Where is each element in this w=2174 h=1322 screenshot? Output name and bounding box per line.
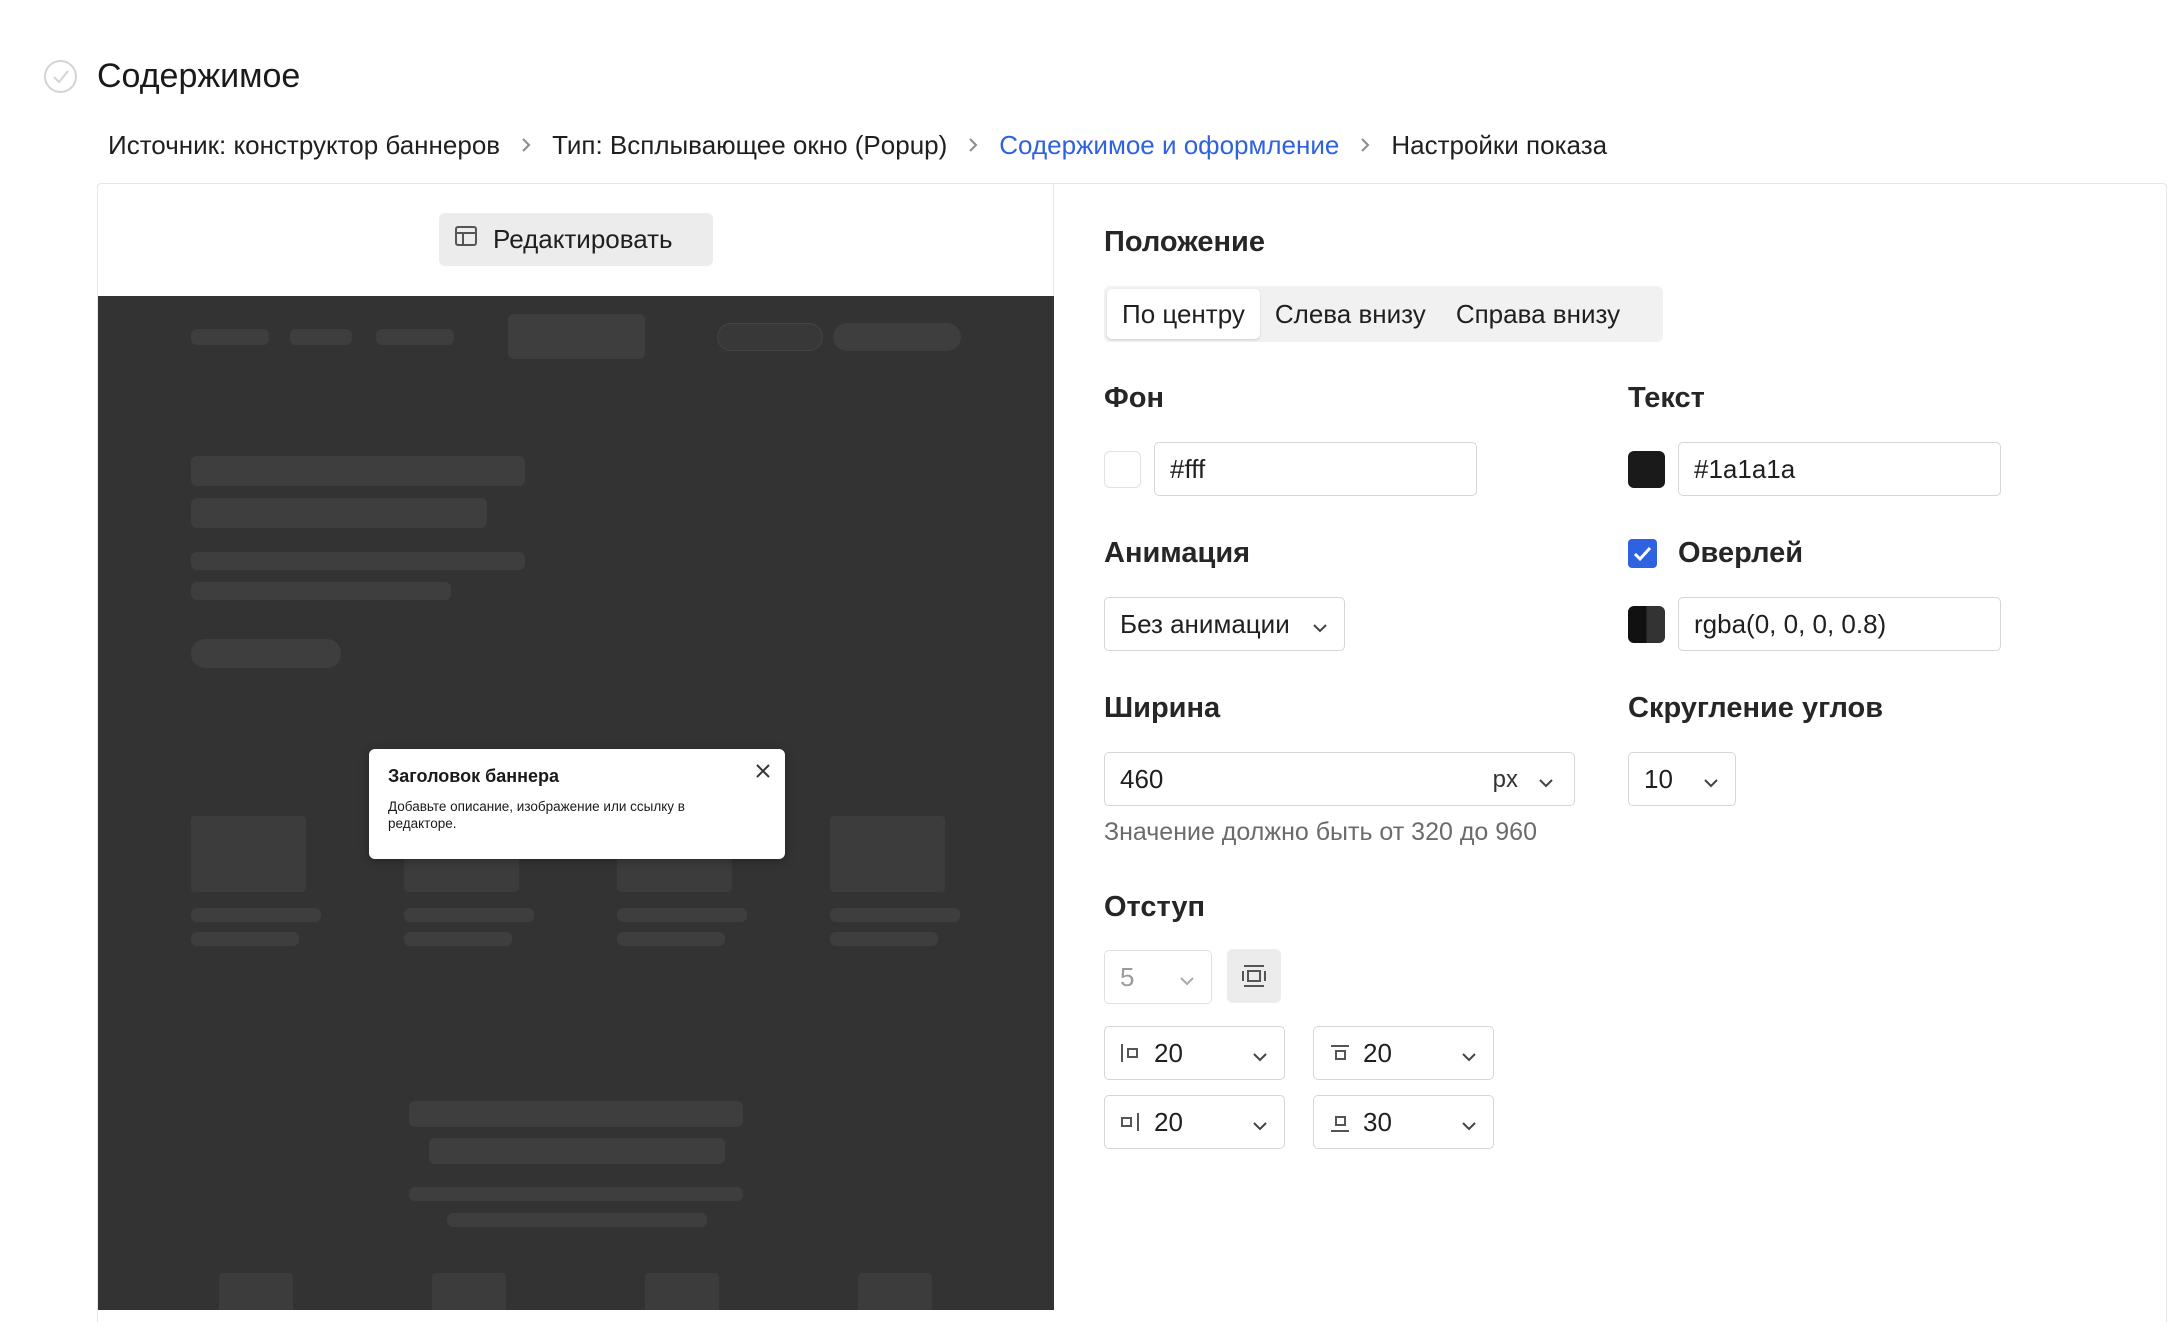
skeleton-button bbox=[191, 639, 341, 668]
radius-value: 10 bbox=[1644, 763, 1673, 794]
skeleton-block bbox=[219, 1273, 293, 1310]
chevron-right-icon bbox=[500, 136, 552, 154]
skeleton-button bbox=[717, 323, 823, 351]
padding-all-value: 5 bbox=[1120, 961, 1135, 992]
popup-description: Добавьте описание, изображение или ссылк… bbox=[388, 799, 685, 831]
padding-bottom-select[interactable]: 30 bbox=[1313, 1095, 1494, 1149]
skeleton-heading bbox=[409, 1101, 743, 1127]
width-hint: Значение должно быть от 320 до 960 bbox=[1104, 818, 1537, 846]
breadcrumb-item-type[interactable]: Тип: Всплывающее окно (Popup) bbox=[552, 130, 947, 161]
edit-button-label: Редактировать bbox=[493, 224, 673, 254]
skeleton-heading bbox=[191, 456, 525, 486]
step-status-icon bbox=[44, 60, 77, 93]
chevron-right-icon bbox=[947, 136, 999, 154]
padding-bottom-icon bbox=[1328, 1110, 1352, 1141]
padding-all-select[interactable]: 5 bbox=[1104, 950, 1212, 1004]
chevron-down-icon bbox=[1310, 614, 1330, 645]
padding-right-icon bbox=[1119, 1110, 1141, 1141]
text-color-input[interactable]: #1a1a1a bbox=[1678, 442, 2001, 496]
background-color-input[interactable]: #fff bbox=[1154, 442, 1477, 496]
skeleton-text bbox=[830, 932, 938, 946]
popup-banner-preview[interactable]: Заголовок баннера Добавьте описание, изо… bbox=[369, 749, 785, 859]
padding-sides-icon bbox=[1242, 965, 1266, 987]
chevron-right-icon bbox=[1339, 136, 1391, 154]
edit-button[interactable]: Редактировать bbox=[439, 213, 713, 266]
skeleton-text bbox=[191, 932, 299, 946]
skeleton-text bbox=[191, 908, 321, 922]
skeleton-block bbox=[645, 1273, 719, 1310]
skeleton-nav-item bbox=[376, 329, 454, 345]
padding-right-value: 20 bbox=[1154, 1106, 1183, 1137]
position-option-bottom-left[interactable]: Слева внизу bbox=[1260, 289, 1441, 339]
chevron-down-icon bbox=[1459, 1112, 1479, 1143]
breadcrumb: Источник: конструктор баннеров Тип: Вспл… bbox=[108, 128, 1607, 162]
skeleton-heading bbox=[429, 1138, 725, 1164]
skeleton-text bbox=[404, 908, 534, 922]
chevron-down-icon bbox=[1701, 769, 1721, 800]
position-option-bottom-right[interactable]: Справа внизу bbox=[1441, 289, 1635, 339]
skeleton-text bbox=[447, 1213, 707, 1227]
skeleton-card-image bbox=[830, 816, 945, 892]
close-icon[interactable] bbox=[753, 761, 773, 781]
skeleton-text bbox=[191, 552, 525, 570]
position-segmented-control: По центру Слева внизу Справа внизу bbox=[1104, 286, 1663, 342]
skeleton-button bbox=[833, 323, 961, 351]
overlay-label: Оверлей bbox=[1678, 537, 1804, 569]
layout-icon bbox=[453, 223, 479, 256]
animation-value: Без анимации bbox=[1120, 608, 1290, 639]
padding-label: Отступ bbox=[1104, 891, 1206, 923]
skeleton-text bbox=[191, 582, 451, 600]
skeleton-text bbox=[404, 932, 512, 946]
padding-left-icon bbox=[1119, 1041, 1141, 1072]
breadcrumb-item-display-settings[interactable]: Настройки показа bbox=[1391, 130, 1607, 161]
chevron-down-icon bbox=[1536, 769, 1556, 800]
skeleton-logo bbox=[508, 314, 645, 359]
chevron-down-icon bbox=[1459, 1043, 1479, 1074]
skeleton-block bbox=[858, 1273, 932, 1310]
overlay-color-input[interactable]: rgba(0, 0, 0, 0.8) bbox=[1678, 597, 2001, 651]
skeleton-text bbox=[830, 908, 960, 922]
text-color-swatch[interactable] bbox=[1628, 451, 1665, 488]
overlay-checkbox[interactable] bbox=[1628, 539, 1657, 568]
padding-right-select[interactable]: 20 bbox=[1104, 1095, 1285, 1149]
popup-title: Заголовок баннера bbox=[388, 766, 560, 786]
width-input[interactable]: 460 px bbox=[1104, 752, 1575, 806]
width-value: 460 bbox=[1120, 763, 1164, 794]
padding-top-select[interactable]: 20 bbox=[1313, 1026, 1494, 1080]
chevron-down-icon bbox=[1177, 967, 1197, 998]
chevron-down-icon bbox=[1250, 1112, 1270, 1143]
skeleton-text bbox=[409, 1187, 743, 1201]
skeleton-card-image bbox=[191, 816, 306, 892]
padding-left-value: 20 bbox=[1154, 1037, 1183, 1068]
width-unit-select[interactable]: px bbox=[1493, 766, 1518, 794]
radius-label: Скругление углов bbox=[1628, 692, 1884, 724]
background-label: Фон bbox=[1104, 382, 1164, 414]
skeleton-nav-item bbox=[191, 329, 269, 345]
padding-bottom-value: 30 bbox=[1363, 1106, 1392, 1137]
padding-top-value: 20 bbox=[1363, 1037, 1392, 1068]
page-title: Содержимое bbox=[97, 57, 301, 95]
background-color-swatch[interactable] bbox=[1104, 451, 1141, 488]
width-label: Ширина bbox=[1104, 692, 1221, 724]
breadcrumb-item-source[interactable]: Источник: конструктор баннеров bbox=[108, 130, 500, 161]
text-color-label: Текст bbox=[1628, 382, 1705, 414]
radius-select[interactable]: 10 bbox=[1628, 752, 1736, 806]
skeleton-nav-item bbox=[290, 329, 352, 345]
padding-sides-toggle-button[interactable] bbox=[1227, 949, 1281, 1003]
position-label: Положение bbox=[1104, 226, 1265, 258]
position-option-center[interactable]: По центру bbox=[1107, 289, 1260, 339]
skeleton-heading bbox=[191, 498, 487, 528]
animation-select[interactable]: Без анимации bbox=[1104, 597, 1345, 651]
padding-left-select[interactable]: 20 bbox=[1104, 1026, 1285, 1080]
breadcrumb-item-content[interactable]: Содержимое и оформление bbox=[999, 130, 1339, 161]
skeleton-text bbox=[617, 932, 725, 946]
skeleton-block bbox=[432, 1273, 506, 1310]
animation-label: Анимация bbox=[1104, 537, 1251, 569]
padding-top-icon bbox=[1328, 1041, 1352, 1072]
skeleton-text bbox=[617, 908, 747, 922]
overlay-color-swatch[interactable] bbox=[1628, 606, 1665, 643]
chevron-down-icon bbox=[1250, 1043, 1270, 1074]
